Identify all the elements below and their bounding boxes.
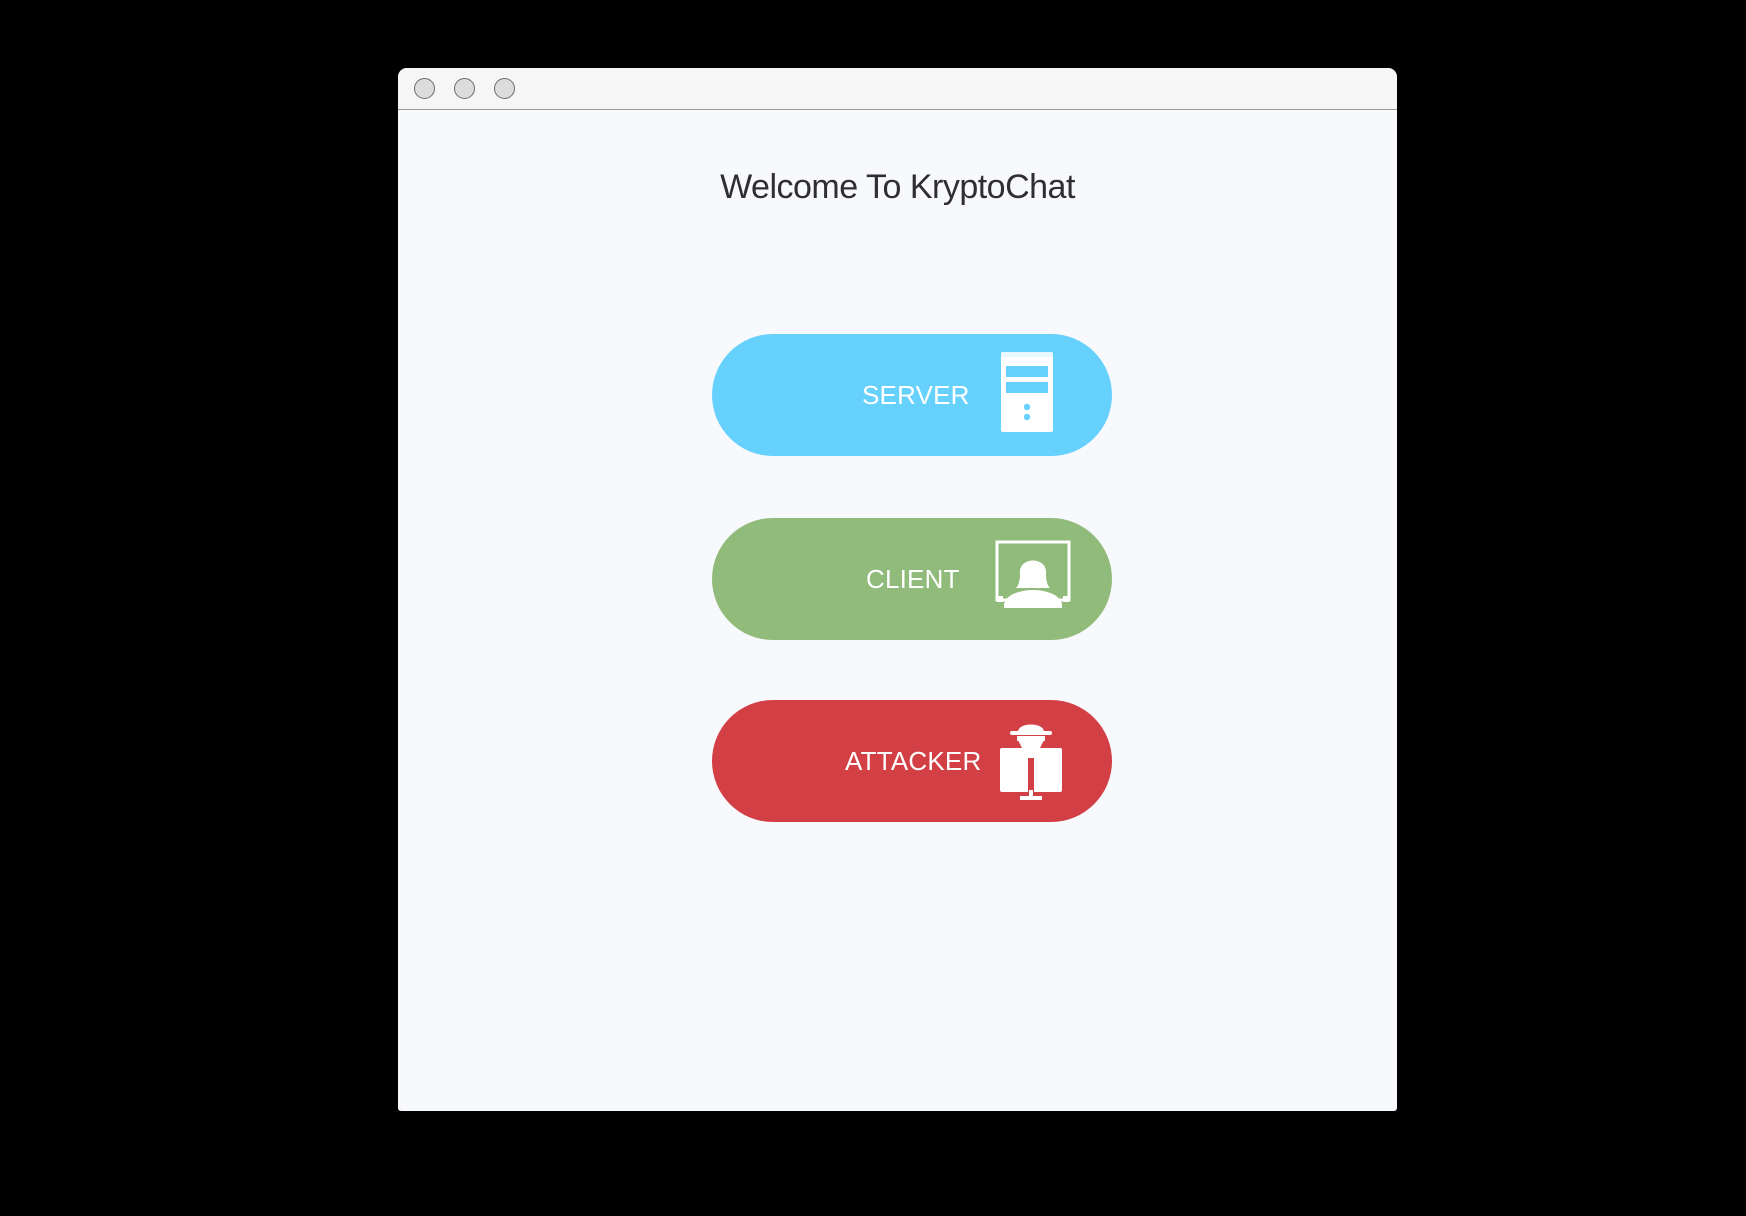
client-button[interactable]: CLIENT — [712, 518, 1112, 640]
attacker-button[interactable]: ATTACKER — [712, 700, 1112, 822]
user-monitor-icon — [995, 540, 1071, 608]
attacker-button-label: ATTACKER — [845, 746, 982, 776]
zoom-window-button[interactable] — [494, 78, 515, 99]
server-button[interactable]: SERVER — [712, 334, 1112, 456]
welcome-title: Welcome To KryptoChat — [720, 168, 1075, 206]
server-button-label: SERVER — [862, 380, 970, 410]
minimize-window-button[interactable] — [454, 78, 475, 99]
title-bar — [398, 68, 1397, 110]
app-window: Welcome To KryptoChat SERVER CLIENT ATTA… — [398, 68, 1397, 1111]
spy-computer-icon — [1000, 724, 1062, 800]
close-window-button[interactable] — [414, 78, 435, 99]
server-tower-icon — [1001, 352, 1053, 432]
client-button-label: CLIENT — [866, 564, 960, 594]
